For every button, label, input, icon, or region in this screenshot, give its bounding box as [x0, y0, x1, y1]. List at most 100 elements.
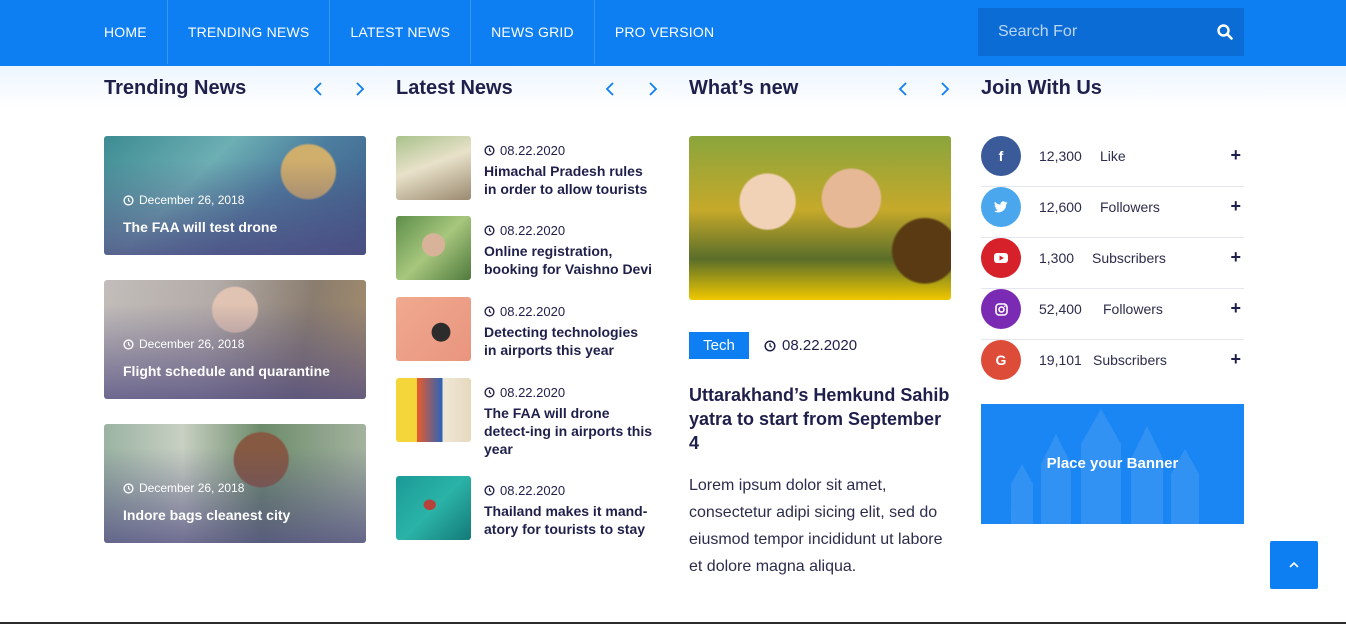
plus-icon[interactable]: +: [1230, 196, 1241, 217]
social-row-facebook: f 12,300 Like +: [981, 136, 1244, 187]
latest-thumbnail[interactable]: [396, 297, 471, 361]
nav-trending-news[interactable]: TRENDING NEWS: [168, 0, 331, 64]
latest-prev-button[interactable]: [602, 80, 618, 98]
trending-card[interactable]: December 26, 2018 The FAA will test dron…: [104, 136, 366, 255]
nav-news-grid[interactable]: NEWS GRID: [471, 0, 595, 64]
latest-date-text: 08.22.2020: [500, 223, 566, 238]
whats-new-date-text: 08.22.2020: [782, 337, 858, 354]
chevron-left-icon: [313, 82, 322, 96]
latest-thumbnail[interactable]: [396, 136, 471, 200]
latest-date: 08.22.2020: [484, 223, 565, 238]
latest-news-heading: Latest News: [396, 77, 513, 99]
card-date: December 26, 2018: [123, 337, 244, 351]
chevron-right-icon: [649, 82, 658, 96]
card-title: Indore bags cleanest city: [123, 507, 291, 523]
youtube-icon[interactable]: [981, 238, 1021, 278]
banner-text: Place your Banner: [1046, 455, 1179, 472]
clock-icon: [484, 387, 495, 398]
search-button[interactable]: [1205, 8, 1244, 56]
latest-thumbnail[interactable]: [396, 476, 471, 540]
plus-icon[interactable]: +: [1230, 247, 1241, 268]
social-row-youtube: 1,300 Subscribers +: [981, 238, 1244, 289]
chevron-left-icon: [605, 82, 614, 96]
whats-new-date: 08.22.2020: [764, 337, 857, 354]
clock-icon: [484, 306, 495, 317]
main-nav: HOME TRENDING NEWS LATEST NEWS NEWS GRID…: [84, 0, 734, 64]
card-title: Flight schedule and quarantine: [123, 363, 330, 379]
clock-icon: [764, 339, 776, 352]
social-row-twitter: 12,600 Followers +: [981, 187, 1244, 238]
google-plus-icon[interactable]: G: [981, 340, 1021, 380]
whats-new-body: Lorem ipsum dolor sit amet, consectetur …: [689, 477, 943, 575]
instagram-camera-icon: [994, 302, 1008, 316]
social-row-instagram: 52,400 Followers +: [981, 289, 1244, 340]
latest-date-text: 08.22.2020: [500, 385, 566, 400]
join-with-us-heading: Join With Us: [981, 77, 1102, 99]
whats-new-heading: What’s new: [689, 77, 799, 99]
twitter-icon[interactable]: [981, 187, 1021, 227]
card-title: The FAA will test drone: [123, 219, 278, 235]
social-label: Followers: [1100, 199, 1160, 215]
search-input[interactable]: [978, 8, 1205, 56]
latest-date-text: 08.22.2020: [500, 304, 566, 319]
twitter-bird-icon: [994, 201, 1008, 213]
search-icon: [1216, 24, 1233, 40]
clock-icon: [123, 482, 134, 494]
card-date-text: December 26, 2018: [139, 193, 245, 207]
whats-new-prev-button[interactable]: [895, 80, 911, 98]
clock-icon: [484, 485, 495, 496]
nav-pro-version[interactable]: PRO VERSION: [595, 0, 734, 64]
nav-latest-news[interactable]: LATEST NEWS: [330, 0, 472, 64]
whats-new-next-button[interactable]: [937, 80, 953, 98]
place-your-banner[interactable]: Place your Banner: [981, 404, 1244, 524]
social-label: Subscribers: [1092, 250, 1166, 266]
plus-icon[interactable]: +: [1230, 145, 1241, 166]
instagram-icon[interactable]: [981, 289, 1021, 329]
nav-home[interactable]: HOME: [84, 0, 168, 64]
facebook-icon[interactable]: f: [981, 136, 1021, 176]
latest-title[interactable]: Thailand makes it mand-atory for tourist…: [484, 502, 654, 538]
latest-date: 08.22.2020: [484, 143, 565, 158]
latest-date-text: 08.22.2020: [500, 483, 566, 498]
back-to-top-button[interactable]: [1270, 541, 1318, 589]
clock-icon: [123, 194, 134, 206]
latest-thumbnail[interactable]: [396, 216, 471, 280]
whats-new-headline[interactable]: Uttarakhand’s Hemkund Sahib yatra to sta…: [689, 383, 953, 455]
chevron-up-icon: [1289, 561, 1299, 568]
trending-prev-button[interactable]: [310, 80, 326, 98]
social-label: Like: [1100, 148, 1126, 164]
latest-next-button[interactable]: [645, 80, 661, 98]
latest-date: 08.22.2020: [484, 483, 565, 498]
social-label: Subscribers: [1093, 352, 1167, 368]
latest-title[interactable]: Himachal Pradesh rules in order to allow…: [484, 162, 654, 198]
social-count: 1,300: [1039, 250, 1075, 266]
social-count: 19,101: [1039, 352, 1082, 368]
trending-card[interactable]: December 26, 2018 Indore bags cleanest c…: [104, 424, 366, 543]
whats-new-image[interactable]: [689, 136, 951, 300]
top-navbar: HOME TRENDING NEWS LATEST NEWS NEWS GRID…: [0, 0, 1346, 66]
trending-card[interactable]: December 26, 2018 Flight schedule and qu…: [104, 280, 366, 399]
latest-title[interactable]: Online registration, booking for Vaishno…: [484, 242, 654, 278]
trending-next-button[interactable]: [352, 80, 368, 98]
chevron-left-icon: [898, 82, 907, 96]
chevron-right-icon: [941, 82, 950, 96]
chevron-right-icon: [356, 82, 365, 96]
plus-icon[interactable]: +: [1230, 298, 1241, 319]
clock-icon: [484, 225, 495, 236]
category-tag[interactable]: Tech: [689, 332, 749, 359]
card-date-text: December 26, 2018: [139, 481, 245, 495]
social-label: Followers: [1103, 301, 1163, 317]
card-date: December 26, 2018: [123, 481, 244, 495]
latest-thumbnail[interactable]: [396, 378, 471, 442]
latest-date: 08.22.2020: [484, 304, 565, 319]
social-count: 12,600: [1039, 199, 1082, 215]
latest-date: 08.22.2020: [484, 385, 565, 400]
plus-icon[interactable]: +: [1230, 349, 1241, 370]
latest-title[interactable]: Detecting technologies in airports this …: [484, 323, 654, 359]
social-row-google-plus: G 19,101 Subscribers +: [981, 340, 1244, 391]
social-count: 12,300: [1039, 148, 1082, 164]
clock-icon: [123, 338, 134, 350]
latest-date-text: 08.22.2020: [500, 143, 566, 158]
latest-title[interactable]: The FAA will drone detect-ing in airport…: [484, 404, 654, 458]
search-box: [978, 8, 1244, 56]
